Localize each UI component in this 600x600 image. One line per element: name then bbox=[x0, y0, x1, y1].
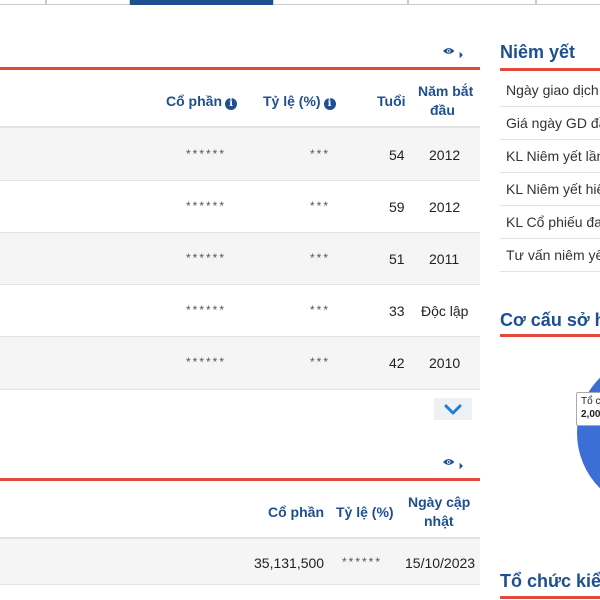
top-tab[interactable] bbox=[408, 0, 536, 5]
section-divider bbox=[0, 478, 480, 481]
pie-slice[interactable] bbox=[560, 355, 600, 505]
shares-cell: ****** bbox=[186, 303, 227, 317]
expand-button[interactable] bbox=[434, 398, 472, 420]
info-icon[interactable]: i bbox=[323, 98, 336, 110]
ratio-cell: *** bbox=[310, 355, 331, 369]
table-row bbox=[0, 337, 480, 390]
section-divider bbox=[500, 596, 600, 599]
shares-cell: ****** bbox=[186, 199, 227, 213]
org-title: Tổ chức kiểm bbox=[500, 571, 600, 591]
ownership-pie-chart bbox=[560, 355, 600, 505]
listing-row: Tư vấn niêm yết bbox=[500, 239, 600, 272]
shares-cell: 35,131,500 bbox=[254, 555, 325, 571]
age-cell: 42 bbox=[389, 355, 405, 371]
ratio-cell: *** bbox=[310, 303, 331, 317]
col-header-shares: Cổ phần bbox=[268, 504, 324, 520]
listing-row: Ngày giao dịch bbox=[500, 74, 600, 107]
section-divider bbox=[0, 67, 480, 70]
col-header-shares: Cổ phần i bbox=[166, 92, 237, 111]
listing-row: Giá ngày GD đầu bbox=[500, 107, 600, 140]
ratio-cell: *** bbox=[310, 199, 331, 213]
top-tabs bbox=[0, 0, 600, 5]
start-year-cell: 2012 bbox=[429, 147, 461, 163]
listing-title: Niêm yết bbox=[500, 42, 576, 62]
top-tab-active[interactable] bbox=[130, 0, 273, 5]
col-header-ratio: Tỷ lệ (%) bbox=[336, 504, 394, 520]
shares-cell: ****** bbox=[186, 251, 227, 265]
top-tab[interactable] bbox=[0, 0, 46, 5]
visibility-toggle[interactable] bbox=[443, 44, 465, 59]
start-year-cell: 2010 bbox=[429, 355, 461, 371]
table-row bbox=[0, 233, 480, 285]
col-header-age: Tuổi bbox=[377, 93, 406, 109]
age-cell: 54 bbox=[389, 147, 405, 163]
update-date-cell: 15/10/2023 bbox=[405, 555, 476, 571]
table-row bbox=[0, 285, 480, 337]
visibility-toggle[interactable] bbox=[443, 455, 465, 470]
eye-icon bbox=[443, 459, 455, 465]
listing-row: KL Cổ phiếu đang bbox=[500, 206, 600, 239]
col-header-start-year: Năm bắt đầu bbox=[418, 83, 474, 118]
age-cell: 33 bbox=[389, 303, 405, 319]
shares-cell: ****** bbox=[186, 355, 227, 369]
col-header-update-date: Ngày cập nhật bbox=[408, 494, 471, 529]
ratio-cell: ****** bbox=[342, 555, 383, 569]
listing-row: KL Niêm yết hiện bbox=[500, 173, 600, 206]
info-icon[interactable]: i bbox=[225, 98, 237, 110]
table-row bbox=[0, 128, 480, 181]
caret-right-icon bbox=[460, 51, 464, 59]
col-header-ratio: Tỷ lệ (%) i bbox=[263, 92, 336, 111]
shares-cell: ****** bbox=[186, 147, 227, 161]
pie-tooltip: Tổ c 2,00 bbox=[576, 392, 600, 426]
section-divider bbox=[500, 334, 600, 337]
chevron-down-icon bbox=[444, 404, 462, 414]
age-cell: 51 bbox=[389, 251, 405, 267]
top-tab[interactable] bbox=[536, 0, 600, 5]
section-divider bbox=[500, 68, 600, 71]
start-year-cell: 2012 bbox=[429, 199, 461, 215]
ownership-title: Cơ cấu sở hữu bbox=[500, 310, 600, 330]
caret-right-icon bbox=[460, 462, 464, 470]
ratio-cell: *** bbox=[310, 147, 331, 161]
ratio-cell: *** bbox=[310, 251, 331, 265]
listing-row: KL Niêm yết lần bbox=[500, 140, 600, 173]
eye-icon bbox=[443, 48, 455, 54]
top-tab[interactable] bbox=[273, 0, 408, 5]
start-year-cell: 2011 bbox=[429, 251, 460, 267]
top-tab[interactable] bbox=[46, 0, 130, 5]
table-row bbox=[0, 181, 480, 233]
age-cell: 59 bbox=[389, 199, 405, 215]
start-year-cell: Độc lập bbox=[421, 303, 469, 319]
